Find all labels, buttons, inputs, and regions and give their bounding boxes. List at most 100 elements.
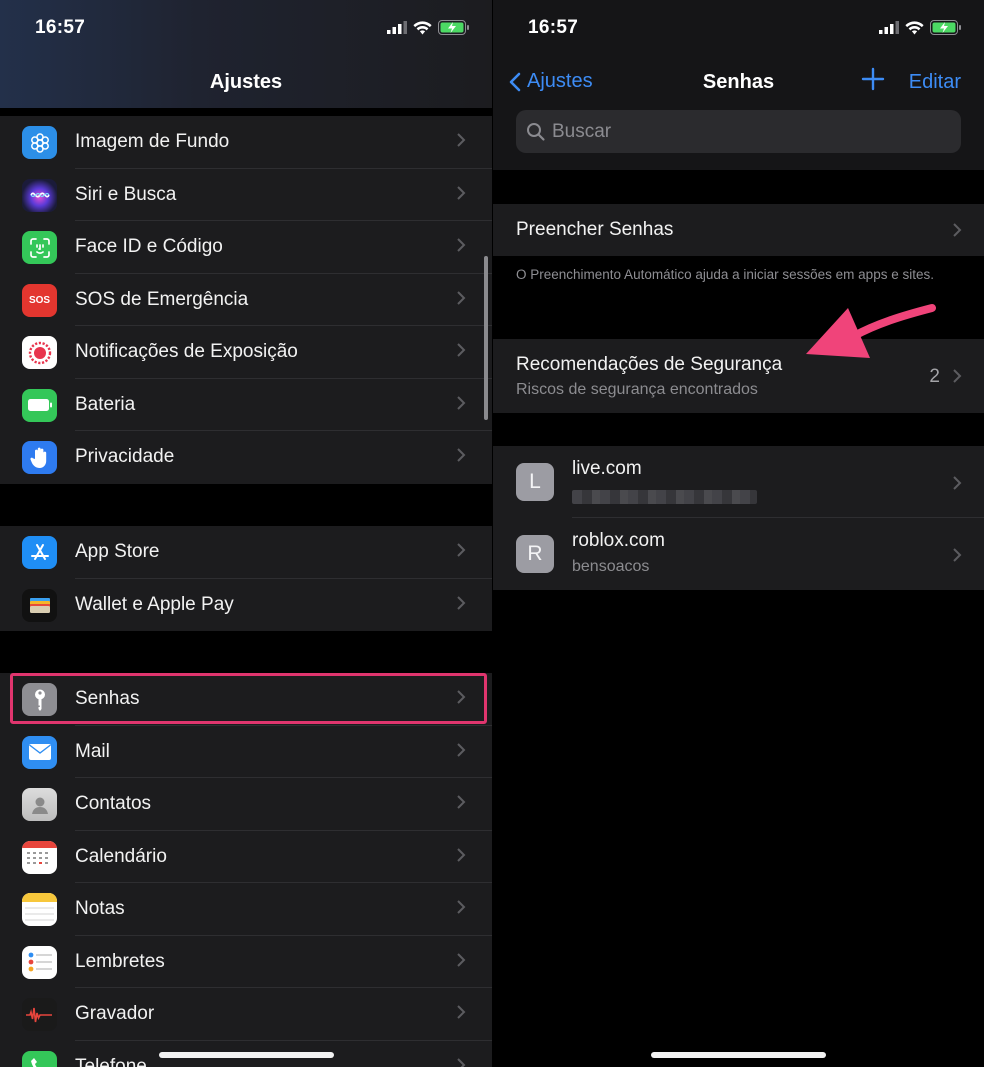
settings-row-notes[interactable]: Notas [0,883,492,936]
settings-row-exposure[interactable]: Notificações de Exposição [0,326,492,379]
status-bar: 16:57 [0,0,492,56]
chevron-right-icon [457,847,466,862]
battery-charging-icon [930,20,961,35]
settings-row-siri[interactable]: Siri e Busca [0,169,492,221]
settings-row-battery[interactable]: Bateria [0,379,492,431]
autofill-title: Preencher Senhas [516,219,674,240]
settings-row-faceid[interactable]: Face ID e Código [0,221,492,274]
settings-row-label: Gravador [75,1003,155,1025]
phone-icon [22,1050,57,1067]
wallet-icon [22,588,57,622]
settings-row-label: Contatos [75,793,152,815]
mail-icon [22,735,57,769]
contacts-icon [22,788,57,821]
settings-row-wallet[interactable]: Wallet e Apple Pay [0,579,492,632]
chevron-right-icon [953,369,962,383]
search-placeholder: Buscar [552,121,612,142]
app-store-icon [22,536,57,569]
settings-row-mail[interactable]: Mail [0,726,492,778]
cellular-signal-icon [387,21,407,34]
security-title: Recomendações de Segurança [516,354,783,375]
settings-row-voice-memos[interactable]: Gravador [0,988,492,1041]
nav-bar: Ajustes [0,56,492,108]
settings-group-store: App Store Wallet e Apple Pay [0,526,492,631]
wifi-icon [905,20,924,34]
password-row-live[interactable]: L live.com [493,446,984,518]
battery-charging-icon [438,20,469,35]
edit-button[interactable]: Editar [909,71,961,94]
home-indicator[interactable] [159,1052,334,1058]
settings-row-privacy[interactable]: Privacidade [0,431,492,484]
chevron-right-icon [457,343,466,357]
settings-group-apps: Senhas Mail Contatos Calendário Notas Le… [0,673,492,1067]
search-field[interactable]: Buscar [516,110,961,153]
password-site: roblox.com [572,530,665,551]
chevron-right-icon [457,1057,466,1067]
cellular-signal-icon [879,21,899,34]
status-icons [387,20,470,35]
battery-icon [22,388,57,422]
settings-row-label: Notificações de Exposição [75,341,298,363]
chevron-right-icon [953,476,962,490]
status-time: 16:57 [528,17,579,38]
wifi-icon [413,20,432,34]
settings-group-system: Imagem de Fundo Siri e Busca Face ID e C… [0,116,492,484]
site-initial-icon: L [516,463,554,501]
settings-row-reminders[interactable]: Lembretes [0,936,492,988]
settings-row-label: Imagem de Fundo [75,131,230,153]
settings-row-label: Lembretes [75,950,165,972]
chevron-right-icon [457,795,466,809]
siri-icon [22,178,57,212]
autofill-passwords-row[interactable]: Preencher Senhas [493,204,984,256]
settings-row-label: Mail [75,740,110,762]
settings-row-label: Notas [75,898,125,920]
chevron-right-icon [953,223,962,237]
security-subtitle: Riscos de segurança encontrados [516,381,758,398]
settings-row-label: Siri e Busca [75,183,177,205]
notes-icon [22,893,57,926]
settings-row-label: Telefone [75,1055,147,1067]
chevron-right-icon [457,448,466,462]
autofill-footnote: O Preenchimento Automático ajuda a inici… [516,267,934,282]
status-time: 16:57 [35,17,86,38]
settings-row-label: Wallet e Apple Pay [75,593,234,615]
settings-row-contacts[interactable]: Contatos [0,778,492,831]
settings-screen: 16:57 Ajustes Imagem de Fundo Siri e Bus… [0,0,492,1067]
settings-row-label: Face ID e Código [75,236,223,258]
exposure-icon [22,336,57,369]
settings-row-label: Bateria [75,393,136,415]
security-count-badge: 2 [929,366,940,387]
settings-row-app-store[interactable]: App Store [0,526,492,579]
chevron-right-icon [457,742,466,757]
settings-row-label: Privacidade [75,446,175,468]
sos-icon: SOS [22,283,57,317]
settings-row-label: SOS de Emergência [75,288,249,310]
site-initial-icon: R [516,535,554,573]
nav-bar: Ajustes Senhas Editar [493,56,984,108]
privacy-hand-icon [22,441,57,474]
chevron-right-icon [457,952,466,967]
status-icons [879,20,962,35]
settings-row-sos[interactable]: SOS SOS de Emergência [0,274,492,326]
settings-row-label: Calendário [75,845,167,867]
settings-row-wallpaper[interactable]: Imagem de Fundo [0,116,492,169]
wallpaper-icon [22,126,57,159]
senhas-highlight-box [10,673,487,724]
faceid-icon [22,231,57,264]
settings-row-calendar[interactable]: Calendário [0,831,492,883]
scroll-indicator[interactable] [484,256,488,420]
chevron-right-icon [457,543,466,557]
chevron-right-icon [457,395,466,410]
calendar-icon [22,840,57,874]
add-password-button[interactable] [860,66,886,92]
chevron-right-icon [457,185,466,200]
chevron-right-icon [457,133,466,147]
settings-row-label: App Store [75,541,160,563]
voice-memos-icon [22,998,57,1031]
password-list: L live.com R roblox.com bensoacos [493,446,984,590]
reminders-icon [22,945,57,979]
home-indicator[interactable] [651,1052,826,1058]
chevron-right-icon [457,290,466,305]
password-row-roblox[interactable]: R roblox.com bensoacos [493,518,984,590]
chevron-right-icon [953,548,962,562]
